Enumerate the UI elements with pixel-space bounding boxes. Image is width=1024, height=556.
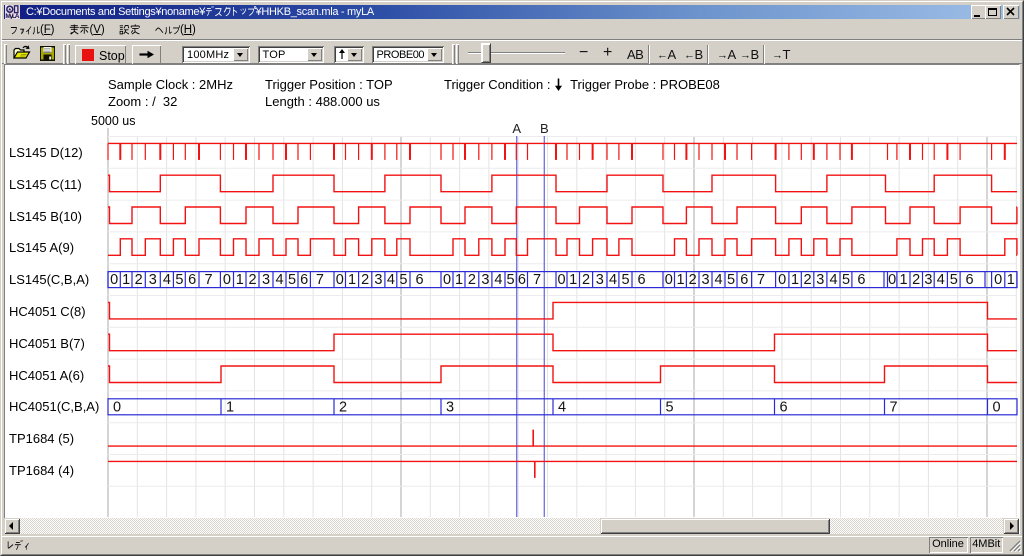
- svg-text:7: 7: [890, 399, 898, 415]
- svg-text:2: 2: [468, 272, 476, 288]
- svg-text:0: 0: [113, 399, 121, 415]
- svg-text:2: 2: [689, 272, 697, 288]
- svg-text:3: 3: [924, 272, 932, 288]
- svg-text:1: 1: [348, 272, 356, 288]
- svg-text:7: 7: [757, 272, 765, 288]
- svg-text:3: 3: [149, 272, 157, 288]
- svg-text:6: 6: [780, 399, 788, 415]
- svg-text:4: 4: [714, 272, 722, 288]
- svg-text:6: 6: [188, 272, 196, 288]
- svg-text:3: 3: [374, 272, 382, 288]
- svg-text:6: 6: [637, 272, 645, 288]
- svg-text:4: 4: [163, 272, 171, 288]
- svg-text:1: 1: [899, 272, 907, 288]
- svg-text:0: 0: [336, 272, 344, 288]
- svg-text:0: 0: [778, 272, 786, 288]
- svg-text:3: 3: [446, 399, 454, 415]
- svg-text:7: 7: [316, 272, 324, 288]
- svg-text:4: 4: [387, 272, 395, 288]
- svg-text:6: 6: [518, 272, 526, 288]
- svg-text:5: 5: [507, 272, 515, 288]
- svg-text:6: 6: [300, 272, 308, 288]
- svg-text:4: 4: [558, 399, 566, 415]
- svg-text:3: 3: [262, 272, 270, 288]
- svg-text:2: 2: [912, 272, 920, 288]
- svg-text:2: 2: [582, 272, 590, 288]
- svg-text:7: 7: [204, 272, 212, 288]
- svg-text:A: A: [512, 121, 521, 136]
- svg-text:4: 4: [937, 272, 945, 288]
- svg-text:0: 0: [665, 272, 673, 288]
- svg-text:1: 1: [122, 272, 130, 288]
- svg-text:6: 6: [415, 272, 423, 288]
- svg-text:B: B: [540, 121, 549, 136]
- svg-text:1: 1: [455, 272, 463, 288]
- svg-text:3: 3: [701, 272, 709, 288]
- svg-text:7: 7: [533, 272, 541, 288]
- svg-text:3: 3: [481, 272, 489, 288]
- svg-text:0: 0: [443, 272, 451, 288]
- svg-text:6: 6: [740, 272, 748, 288]
- svg-text:0: 0: [110, 272, 118, 288]
- svg-text:5: 5: [288, 272, 296, 288]
- svg-text:1: 1: [569, 272, 577, 288]
- svg-text:2: 2: [339, 399, 347, 415]
- svg-text:2: 2: [248, 272, 256, 288]
- svg-text:5: 5: [399, 272, 407, 288]
- svg-text:4: 4: [829, 272, 837, 288]
- svg-text:0: 0: [993, 399, 1001, 415]
- svg-text:5: 5: [727, 272, 735, 288]
- svg-text:1: 1: [226, 399, 234, 415]
- svg-text:0: 0: [888, 272, 896, 288]
- svg-text:5: 5: [175, 272, 183, 288]
- svg-text:5: 5: [621, 272, 629, 288]
- svg-text:3: 3: [596, 272, 604, 288]
- svg-text:1: 1: [676, 272, 684, 288]
- svg-text:1: 1: [1007, 272, 1015, 288]
- svg-text:3: 3: [816, 272, 824, 288]
- svg-text:5: 5: [666, 399, 674, 415]
- svg-text:0: 0: [557, 272, 565, 288]
- svg-text:6: 6: [857, 272, 865, 288]
- svg-text:6: 6: [966, 272, 974, 288]
- svg-text:5: 5: [842, 272, 850, 288]
- svg-text:1: 1: [236, 272, 244, 288]
- svg-text:4: 4: [275, 272, 283, 288]
- svg-text:2: 2: [803, 272, 811, 288]
- svg-text:2: 2: [361, 272, 369, 288]
- svg-text:0: 0: [994, 272, 1002, 288]
- svg-text:5: 5: [950, 272, 958, 288]
- svg-text:0: 0: [223, 272, 231, 288]
- svg-text:1: 1: [791, 272, 799, 288]
- svg-text:4: 4: [494, 272, 502, 288]
- svg-text:4: 4: [609, 272, 617, 288]
- svg-text:2: 2: [135, 272, 143, 288]
